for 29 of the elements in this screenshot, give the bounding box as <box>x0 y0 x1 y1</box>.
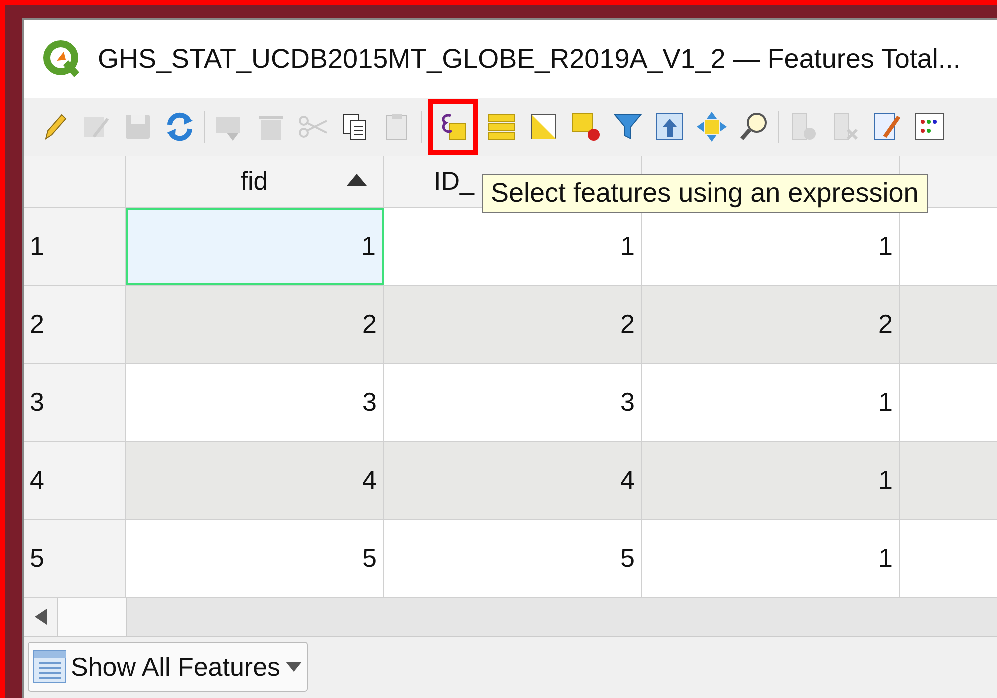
app-logo-icon <box>42 39 82 79</box>
expression-icon[interactable] <box>428 99 478 155</box>
table-cell: 2 <box>126 286 384 363</box>
table-cell: 3 <box>384 364 642 441</box>
table-cell: 1 <box>126 208 384 285</box>
table-cell: 5 <box>384 520 642 597</box>
show-all-features-dropdown[interactable]: Show All Features <box>28 642 308 692</box>
tooltip: Select features using an expression <box>482 174 928 213</box>
row-header[interactable]: 2 <box>24 286 126 363</box>
table-cell: 2 <box>642 286 900 363</box>
table-icon <box>33 650 67 684</box>
column-header[interactable]: fid <box>126 156 384 207</box>
table-cell: 4 <box>384 442 642 519</box>
scrollbar-thumb[interactable] <box>58 598 127 636</box>
row-header[interactable]: 3 <box>24 364 126 441</box>
scroll-left-button[interactable] <box>24 598 58 636</box>
row-header[interactable]: 1 <box>24 208 126 285</box>
table-cell: 1 <box>642 520 900 597</box>
table-cell: 1 <box>642 442 900 519</box>
caret-icon <box>284 662 303 672</box>
window-title: GHS_STAT_UCDB2015MT_GLOBE_R2019A_V1_2 — Features Total... <box>98 44 961 74</box>
table-cell: 1 <box>642 364 900 441</box>
table-cell: 5 <box>126 520 384 597</box>
table-cell: 2 <box>384 286 642 363</box>
table-cell: 4 <box>126 442 384 519</box>
table-cell: 3 <box>126 364 384 441</box>
left-triangle-icon <box>34 609 46 625</box>
row-header[interactable]: 5 <box>24 520 126 597</box>
row-header[interactable]: 4 <box>24 442 126 519</box>
